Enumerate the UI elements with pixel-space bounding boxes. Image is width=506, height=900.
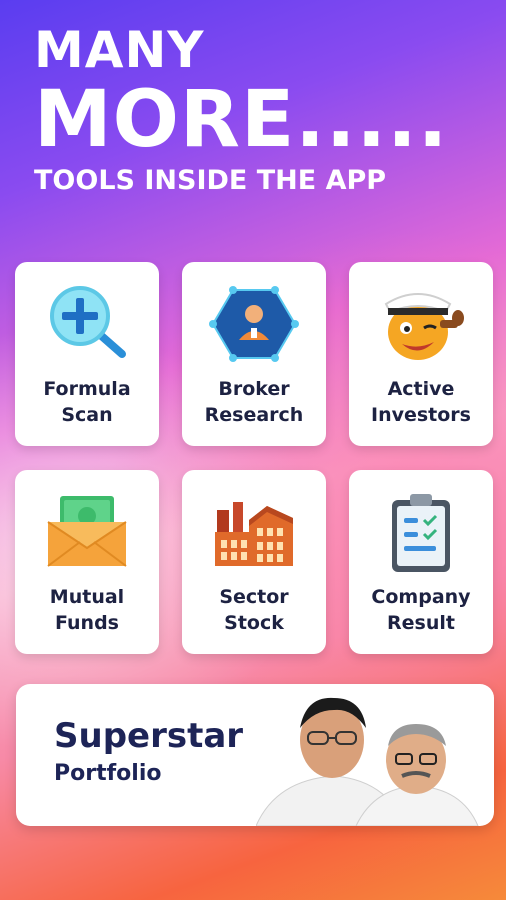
tool-card-mutual-funds[interactable]: Mutual Funds [15,470,159,654]
tool-label: Formula Scan [43,376,130,428]
headline-line-tools: TOOLS INSIDE THE APP [34,165,387,196]
headline-line-many: MANY [34,21,205,79]
tool-label: Mutual Funds [50,584,124,636]
clipboard-check-icon [376,492,466,572]
tool-label-line2: Investors [371,404,471,426]
tool-label-line1: Mutual [49,586,125,608]
tool-label-line2: Stock [224,612,284,634]
headline-line-more: MORE..... [34,75,449,165]
broker-network-icon [209,284,299,364]
banner-title: Superstar [54,716,244,756]
tool-label-line1: Company [371,586,471,608]
tool-card-company-result[interactable]: Company Result [349,470,493,654]
tool-label-line1: Broker [218,378,290,400]
magnifier-plus-icon [42,284,132,364]
headline: MANY MORE..... TOOLS INSIDE THE APP [34,22,448,198]
tool-card-active-investors[interactable]: Active Investors [349,262,493,446]
tool-label: Company Result [371,584,470,636]
tool-label-line2: Result [387,612,455,634]
tool-card-sector-stock[interactable]: Sector Stock [182,470,326,654]
tool-label-line1: Active [387,378,455,400]
tool-label-line1: Formula [43,378,131,400]
investor-portraits-image [256,697,479,826]
tool-label-line1: Sector [219,586,289,608]
money-envelope-icon [42,492,132,572]
tool-label-line2: Research [204,404,304,426]
tool-card-formula-scan[interactable]: Formula Scan [15,262,159,446]
tool-card-broker-research[interactable]: Broker Research [182,262,326,446]
factory-icon [209,492,299,572]
tool-label-line2: Funds [54,612,119,634]
superstar-portfolio-banner[interactable]: Superstar Portfolio [16,684,494,826]
banner-subtitle: Portfolio [54,761,162,786]
tool-label-line2: Scan [61,404,113,426]
tool-label: Broker Research [205,376,304,428]
sailor-face-icon [376,284,466,364]
tool-label: Active Investors [371,376,471,428]
tool-label: Sector Stock [219,584,288,636]
